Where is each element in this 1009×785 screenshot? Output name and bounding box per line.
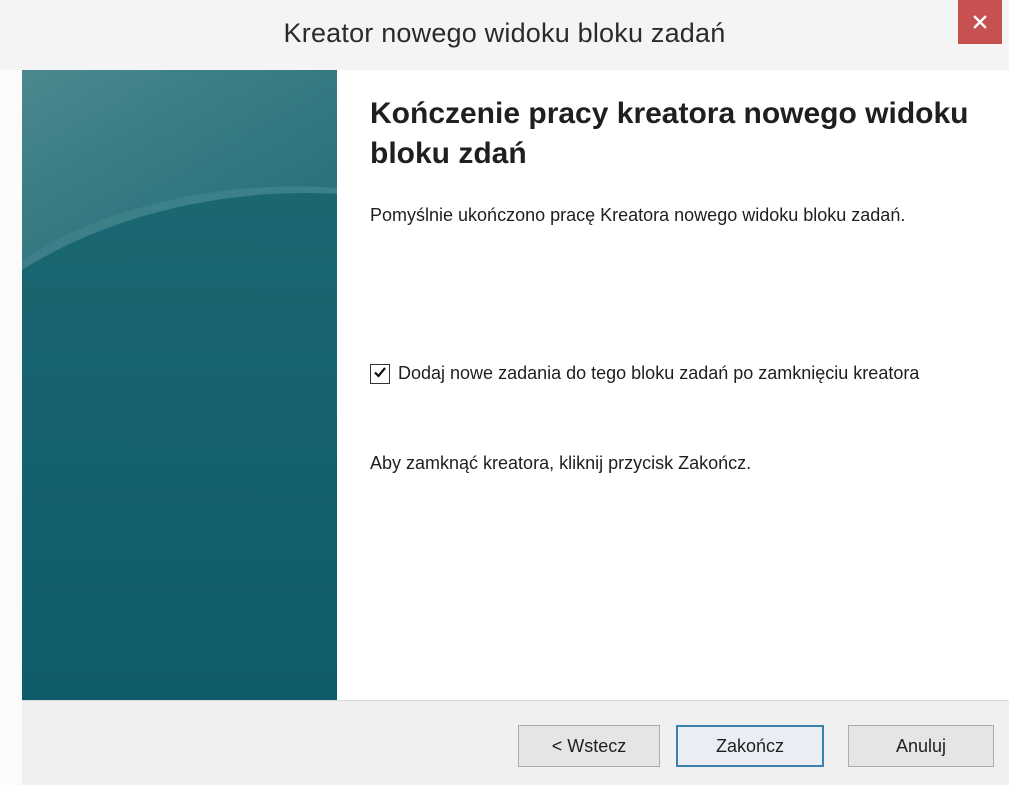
- wizard-body: Kończenie pracy kreatora nowego widoku b…: [22, 70, 1009, 700]
- cancel-button[interactable]: Anuluj: [848, 725, 994, 767]
- back-button[interactable]: < Wstecz: [518, 725, 660, 767]
- close-button[interactable]: [958, 0, 1002, 44]
- completion-description: Pomyślnie ukończono pracę Kreatora noweg…: [370, 205, 906, 225]
- close-icon: [972, 14, 988, 30]
- wizard-footer: < Wstecz Zakończ Anuluj: [22, 700, 1009, 785]
- title-bar[interactable]: Kreator nowego widoku bloku zadań: [0, 0, 1009, 70]
- finish-button[interactable]: Zakończ: [676, 725, 824, 767]
- wizard-content: Kończenie pracy kreatora nowego widoku b…: [370, 70, 990, 700]
- window-title: Kreator nowego widoku bloku zadań: [283, 18, 726, 48]
- page-heading: Kończenie pracy kreatora nowego widoku b…: [370, 97, 969, 170]
- add-tasks-checkbox-label[interactable]: Dodaj nowe zadania do tego bloku zadań p…: [398, 360, 968, 386]
- add-tasks-checkbox-row[interactable]: Dodaj nowe zadania do tego bloku zadań p…: [370, 360, 970, 386]
- checkmark-icon: [373, 365, 387, 384]
- wizard-banner-image: [22, 70, 337, 700]
- wizard-window: Kreator nowego widoku bloku zadań Kończe…: [0, 0, 1009, 785]
- add-tasks-checkbox[interactable]: [370, 364, 390, 384]
- closing-instruction: Aby zamknąć kreatora, kliknij przycisk Z…: [370, 453, 752, 473]
